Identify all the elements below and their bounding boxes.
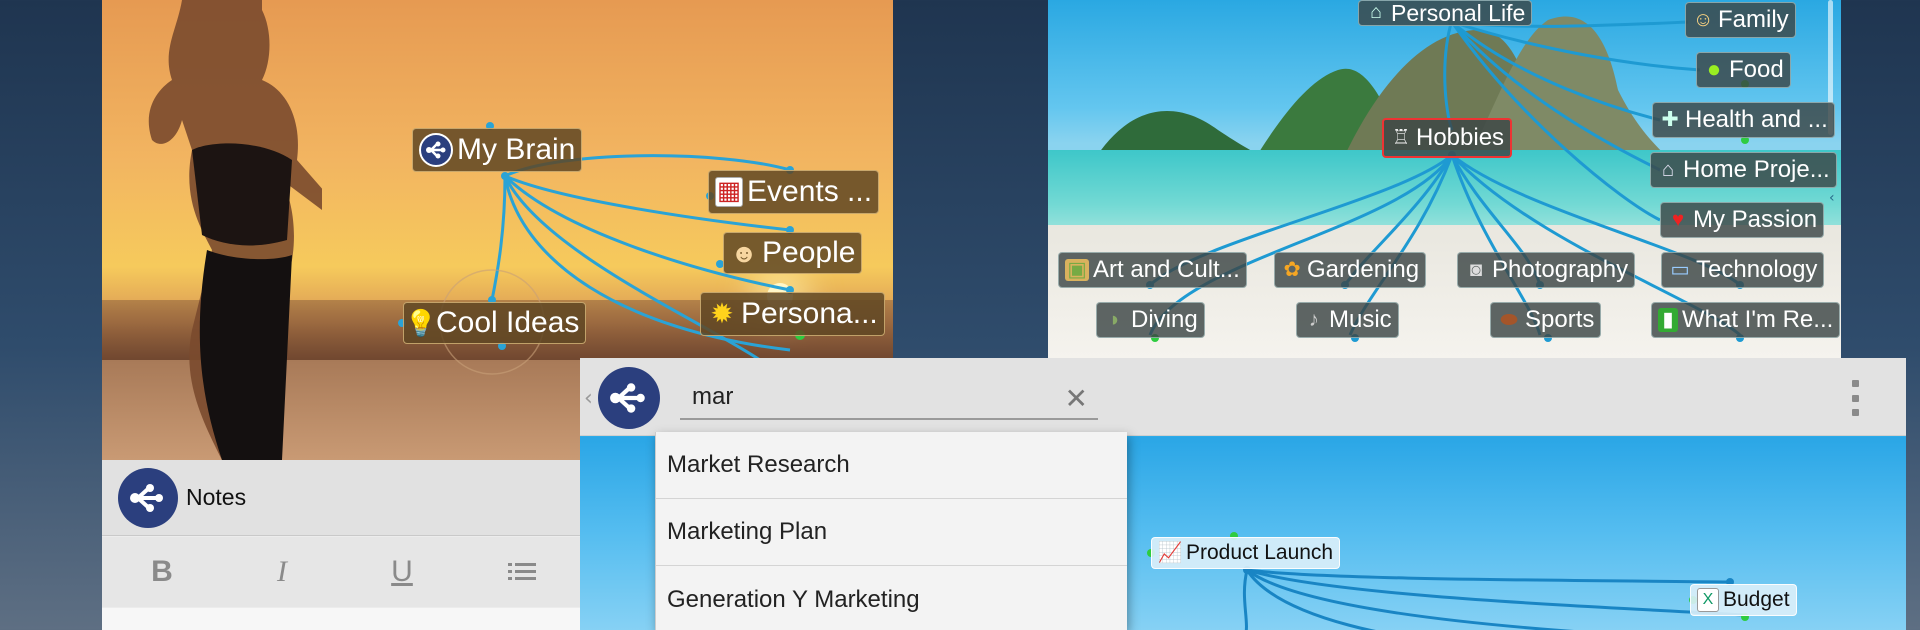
guitar-icon: ♪ — [1308, 308, 1320, 331]
notes-panel: Notes B I U — [102, 460, 582, 630]
search-result-item[interactable]: Marketing Plan — [656, 499, 1127, 566]
notes-toolbar: B I U — [102, 537, 582, 607]
house-icon: ⌂ — [1661, 158, 1675, 181]
node-events[interactable]: ▦ Events ... — [708, 170, 880, 214]
app-bar: ‹ ✕ — [580, 358, 1906, 436]
node-label: Gardening — [1307, 256, 1420, 283]
node-home-projects[interactable]: ⌂ Home Proje... — [1650, 152, 1837, 188]
brain-logo-icon — [419, 133, 453, 167]
search-input[interactable] — [680, 383, 1040, 411]
node-personal-life[interactable]: ⌂ Personal Life — [1358, 0, 1533, 26]
node-budget[interactable]: X Budget — [1690, 584, 1797, 616]
person-icon: ☻ — [730, 238, 758, 268]
node-label: People — [762, 236, 856, 269]
node-family[interactable]: ☺ Family — [1685, 2, 1796, 38]
football-icon: ⬬ — [1500, 308, 1518, 331]
house-icon: ⌂ — [1370, 1, 1382, 24]
node-label: Family — [1718, 6, 1789, 33]
node-technology[interactable]: ▭ Technology — [1661, 252, 1825, 288]
node-my-brain[interactable]: My Brain — [412, 128, 583, 172]
node-art-culture[interactable]: ▣ Art and Cult... — [1058, 252, 1247, 288]
search-box: ✕ — [680, 376, 1098, 420]
search-result-item[interactable]: Market Research — [656, 432, 1127, 499]
bold-button[interactable]: B — [132, 547, 192, 597]
node-hobbies[interactable]: ♖ Hobbies — [1382, 118, 1513, 158]
node-label: Cool Ideas — [436, 306, 580, 339]
search-results-dropdown: Market Research Marketing Plan Generatio… — [655, 432, 1127, 630]
spreadsheet-icon: X — [1697, 588, 1719, 612]
node-label: My Brain — [457, 133, 576, 166]
turtle-icon: ◗ — [1108, 308, 1122, 331]
node-label: Music — [1329, 306, 1392, 333]
node-label: My Passion — [1693, 206, 1818, 233]
notes-header: Notes — [102, 460, 582, 536]
node-label: Home Proje... — [1683, 156, 1830, 183]
node-people[interactable]: ☻ People — [723, 232, 863, 274]
node-photography[interactable]: ◙ Photography — [1457, 252, 1636, 288]
robot-icon: ♖ — [1391, 126, 1411, 149]
health-icon: ✚ — [1661, 108, 1679, 131]
family-icon: ☺ — [1692, 8, 1714, 31]
runner-silhouette — [148, 0, 322, 460]
overflow-menu-icon[interactable] — [1850, 380, 1860, 416]
close-icon[interactable]: ✕ — [1065, 382, 1088, 415]
node-my-passion[interactable]: ♥ My Passion — [1660, 202, 1825, 238]
node-food[interactable]: ● Food — [1696, 52, 1791, 88]
notes-title: Notes — [186, 484, 247, 510]
chart-icon: 📈 — [1157, 542, 1183, 564]
node-cool-ideas[interactable]: 💡 Cool Ideas — [403, 302, 587, 344]
brain-logo-icon[interactable] — [598, 367, 660, 429]
lightbulb-icon: 💡 — [404, 308, 438, 338]
node-music[interactable]: ♪ Music — [1296, 302, 1399, 338]
book-icon: ▮ — [1658, 308, 1678, 332]
node-label: Photography — [1492, 256, 1629, 283]
node-health[interactable]: ✚ Health and ... — [1652, 102, 1835, 138]
node-label: Personal Life — [1391, 0, 1526, 26]
bullet-list-button[interactable] — [492, 547, 552, 597]
camera-icon: ◙ — [1469, 258, 1483, 281]
node-product-launch[interactable]: 📈 Product Launch — [1151, 537, 1341, 569]
node-gardening[interactable]: ✿ Gardening — [1274, 252, 1427, 288]
picture-icon: ▣ — [1065, 259, 1089, 281]
node-label: Diving — [1131, 306, 1198, 333]
calendar-icon: ▦ — [715, 177, 743, 207]
node-label: Art and Cult... — [1093, 256, 1240, 283]
node-label: Hobbies — [1416, 124, 1505, 151]
chevron-left-icon[interactable]: ‹ — [1829, 190, 1841, 210]
node-label: Food — [1729, 56, 1784, 83]
chevron-left-icon[interactable]: ‹ — [584, 386, 593, 411]
sand-decoration — [1048, 225, 1841, 358]
node-label: Events ... — [747, 175, 873, 208]
apple-icon: ● — [1706, 56, 1722, 83]
node-diving[interactable]: ◗ Diving — [1096, 302, 1205, 338]
node-sports[interactable]: ⬬ Sports — [1490, 302, 1602, 338]
node-reading[interactable]: ▮ What I'm Re... — [1651, 302, 1841, 338]
node-label: What I'm Re... — [1682, 306, 1834, 333]
flower-icon: ✿ — [1283, 258, 1301, 281]
node-label: Health and ... — [1685, 106, 1828, 133]
node-label: Product Launch — [1186, 541, 1334, 564]
heart-icon: ♥ — [1671, 208, 1685, 231]
node-label: Technology — [1696, 256, 1818, 283]
notes-editor[interactable] — [102, 608, 582, 630]
computer-icon: ▭ — [1670, 258, 1690, 281]
brain-logo-icon[interactable] — [118, 467, 178, 528]
search-result-item[interactable]: Generation Y Marketing — [656, 566, 1127, 630]
italic-button[interactable]: I — [252, 547, 312, 597]
node-label: Sports — [1525, 306, 1595, 333]
node-persona[interactable]: ✹ Persona... — [700, 292, 885, 336]
sun-icon: ✹ — [710, 298, 734, 329]
node-label: Persona... — [741, 297, 878, 330]
underline-button[interactable]: U — [372, 547, 432, 597]
list-icon — [508, 563, 536, 580]
node-label: Budget — [1723, 588, 1790, 611]
